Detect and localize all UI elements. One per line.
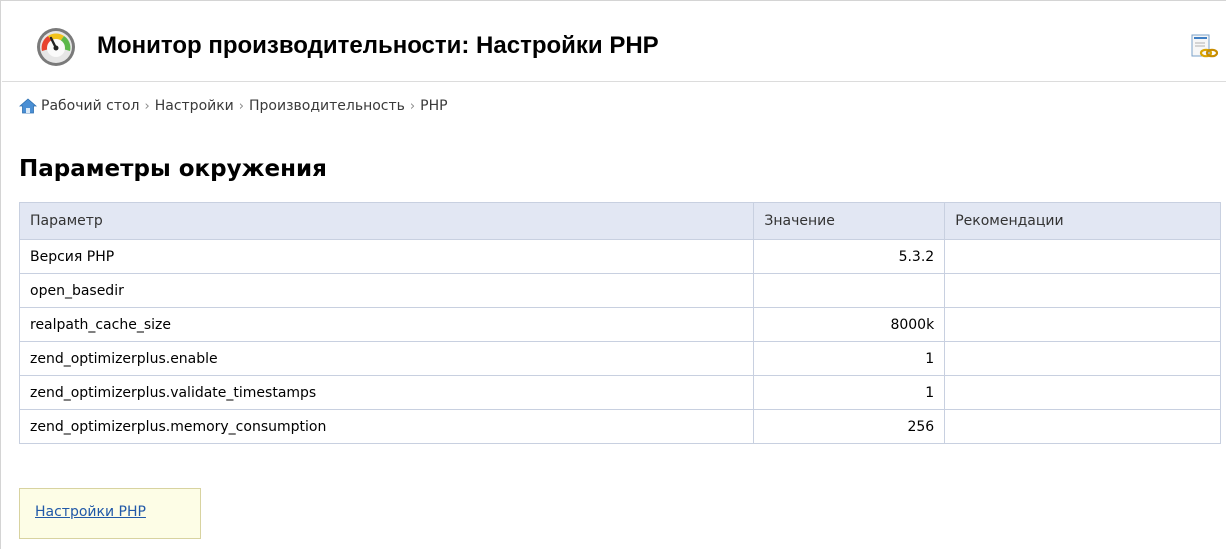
table-header-row: Параметр Значение Рекомендации	[18, 202, 1221, 240]
breadcrumb-settings-link[interactable]: Настройки	[155, 98, 234, 114]
table-row: Версия PHP 5.3.2	[18, 239, 1221, 274]
php-settings-link[interactable]: Настройки PHP	[35, 504, 146, 520]
recommendation-cell	[944, 341, 1221, 376]
breadcrumb-separator: ›	[238, 98, 244, 114]
column-header-parameter: Параметр	[18, 202, 755, 240]
breadcrumb-desktop-link[interactable]: Рабочий стол	[41, 98, 140, 114]
value-cell: 8000k	[753, 307, 946, 342]
breadcrumb: Рабочий стол › Настройки › Производитель…	[19, 95, 448, 117]
hyperlink-icon[interactable]	[1190, 33, 1218, 61]
php-settings-note-box: Настройки PHP	[19, 488, 201, 539]
recommendation-cell	[944, 409, 1221, 444]
parameter-cell: zend_optimizerplus.enable	[18, 341, 755, 376]
table-row: zend_optimizerplus.enable 1	[18, 341, 1221, 376]
breadcrumb-separator: ›	[409, 98, 416, 114]
table-row: realpath_cache_size 8000k	[18, 307, 1221, 342]
breadcrumb-current: PHP	[420, 98, 448, 114]
value-cell: 1	[753, 375, 946, 410]
parameter-cell: zend_optimizerplus.validate_timestamps	[18, 375, 755, 410]
value-cell: 5.3.2	[753, 239, 946, 274]
column-header-value: Значение	[753, 202, 946, 240]
parameter-cell: Версия PHP	[18, 239, 755, 274]
breadcrumb-performance-link[interactable]: Производительность	[249, 98, 405, 114]
table-row: zend_optimizerplus.memory_consumption 25…	[18, 409, 1221, 444]
page-title: Монитор производительности: Настройки PH…	[97, 32, 659, 59]
title-bar: Монитор производительности: Настройки PH…	[2, 2, 1226, 82]
breadcrumb-separator: ›	[144, 98, 150, 114]
recommendation-cell	[944, 375, 1221, 410]
recommendation-cell	[944, 239, 1221, 274]
parameters-table: Параметр Значение Рекомендации Версия PH…	[18, 202, 1221, 444]
value-cell: 256	[753, 409, 946, 444]
column-header-recommendations: Рекомендации	[944, 202, 1221, 240]
recommendation-cell	[944, 307, 1221, 342]
parameter-cell: open_basedir	[18, 273, 755, 308]
parameter-cell: realpath_cache_size	[18, 307, 755, 342]
performance-gauge-icon	[37, 28, 75, 66]
section-title: Параметры окружения	[19, 156, 327, 182]
page-frame: Монитор производительности: Настройки PH…	[0, 0, 1226, 549]
table-row: zend_optimizerplus.validate_timestamps 1	[18, 375, 1221, 410]
home-icon[interactable]	[19, 98, 37, 114]
table-row: open_basedir	[18, 273, 1221, 308]
value-cell: 1	[753, 341, 946, 376]
parameter-cell: zend_optimizerplus.memory_consumption	[18, 409, 755, 444]
value-cell	[753, 273, 946, 308]
recommendation-cell	[944, 273, 1221, 308]
